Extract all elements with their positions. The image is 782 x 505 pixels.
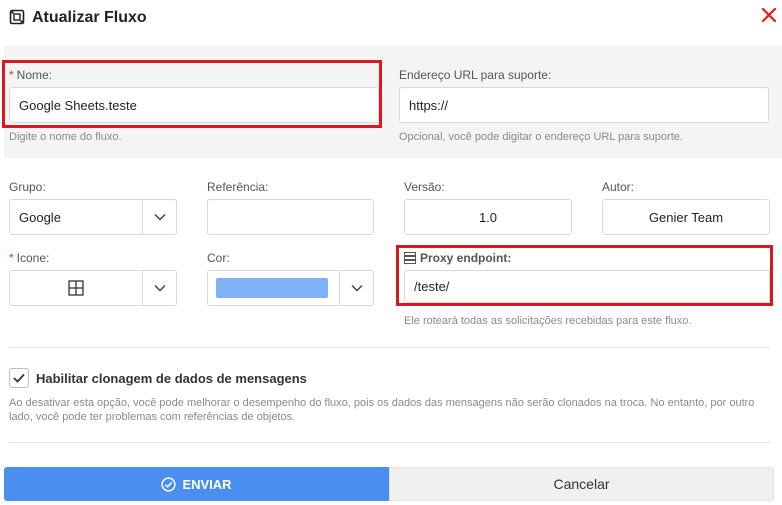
proxy-input[interactable]: /teste/: [404, 270, 770, 303]
support-url-hint: Opcional, você pode digitar o endereço U…: [399, 131, 683, 143]
flow-icon: [9, 9, 25, 25]
submit-button[interactable]: ENVIAR: [4, 467, 389, 501]
grid-icon: [68, 280, 84, 296]
icon-label: * Icone:: [9, 251, 50, 265]
reference-label: Referência:: [207, 180, 269, 194]
cancel-button[interactable]: Cancelar: [389, 467, 774, 501]
cloning-label[interactable]: Habilitar clonagem de dados de mensagens: [36, 371, 307, 386]
check-circle-icon: [161, 476, 177, 492]
color-select[interactable]: [207, 270, 374, 306]
support-url-input[interactable]: https://: [399, 87, 769, 123]
reference-input[interactable]: [207, 199, 374, 235]
name-input[interactable]: Google Sheets.teste: [9, 87, 379, 123]
divider: [9, 347, 770, 348]
author-input[interactable]: Genier Team: [602, 199, 770, 235]
cloning-checkbox[interactable]: [9, 368, 29, 388]
icon-select[interactable]: [9, 270, 177, 306]
group-value: Google: [19, 209, 61, 225]
version-label: Versão:: [404, 180, 445, 194]
proxy-hint: Ele roteará todas as solicitações recebi…: [404, 315, 692, 327]
group-select[interactable]: Google: [9, 199, 177, 235]
proxy-label: Proxy endpoint:: [404, 251, 511, 265]
chevron-down-icon[interactable]: [142, 271, 176, 305]
divider: [9, 442, 770, 443]
check-icon: [13, 373, 25, 383]
author-label: Autor:: [602, 180, 635, 194]
support-url-label: Endereço URL para suporte:: [399, 68, 552, 82]
dialog-title: Atualizar Fluxo: [32, 9, 147, 26]
version-input[interactable]: 1.0: [404, 199, 572, 235]
color-swatch: [216, 278, 328, 298]
group-label: Grupo:: [9, 180, 46, 194]
chevron-down-icon[interactable]: [142, 200, 176, 234]
name-hint: Digite o nome do fluxo.: [9, 131, 122, 143]
chevron-down-icon[interactable]: [339, 271, 373, 305]
server-icon: [404, 252, 416, 264]
cloning-description: Ao desativar esta opção, você pode melho…: [9, 397, 755, 423]
close-icon[interactable]: [760, 6, 778, 24]
color-label: Cor:: [207, 251, 230, 265]
